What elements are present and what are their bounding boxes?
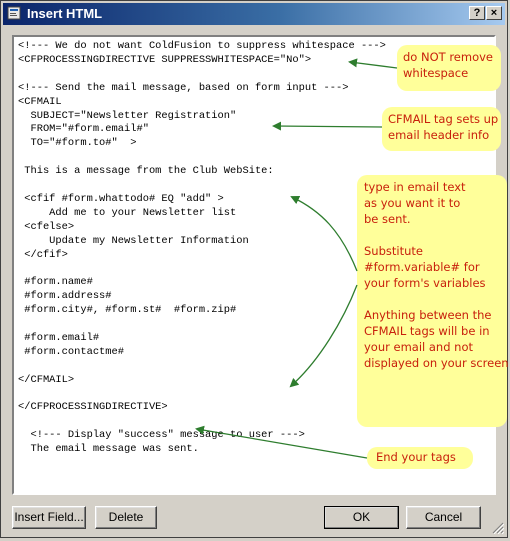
code-line[interactable]: Update my Newsletter Information bbox=[18, 235, 386, 249]
cancel-button[interactable]: Cancel bbox=[406, 506, 481, 529]
code-line[interactable]: Add me to your Newsletter list bbox=[18, 207, 386, 221]
code-line[interactable]: <!--- Display "success" message to user … bbox=[18, 429, 386, 443]
window-title: Insert HTML bbox=[27, 6, 103, 21]
ok-button[interactable]: OK bbox=[324, 506, 399, 529]
note-line: displayed on your screen bbox=[364, 356, 509, 370]
note-whitespace: do NOT remove whitespace bbox=[397, 45, 501, 91]
code-line[interactable] bbox=[18, 179, 386, 193]
note-line: End your tags bbox=[376, 450, 456, 464]
code-line[interactable]: <CFMAIL bbox=[18, 96, 386, 110]
code-line[interactable]: #form.city#, #form.st# #form.zip# bbox=[18, 304, 386, 318]
note-line: your email and not bbox=[364, 340, 474, 354]
note-line: whitespace bbox=[403, 66, 469, 80]
code-line[interactable]: #form.email# bbox=[18, 332, 386, 346]
app-icon bbox=[7, 6, 21, 20]
note-line: type in email text bbox=[364, 180, 466, 194]
code-line[interactable] bbox=[18, 68, 386, 82]
note-email-text: type in email text as you want it to be … bbox=[357, 175, 509, 427]
note-gap bbox=[364, 227, 501, 243]
code-line[interactable] bbox=[18, 151, 386, 165]
note-line: email header info bbox=[388, 128, 490, 142]
code-line[interactable]: <cfelse> bbox=[18, 221, 386, 235]
code-line[interactable]: <cfif #form.whattodo# EQ "add" > bbox=[18, 193, 386, 207]
code-line[interactable]: FROM="#form.email#" bbox=[18, 123, 386, 137]
note-line: Substitute bbox=[364, 244, 423, 258]
note-gap bbox=[364, 291, 501, 307]
note-line: CFMAIL tag sets up bbox=[388, 112, 499, 126]
code-line[interactable] bbox=[18, 388, 386, 402]
note-end-tags: End your tags bbox=[367, 447, 473, 469]
note-line: Anything between the bbox=[364, 308, 492, 322]
code-line[interactable]: <CFPROCESSINGDIRECTIVE SUPPRESSWHITESPAC… bbox=[18, 54, 386, 68]
note-line: CFMAIL tags will be in bbox=[364, 324, 490, 338]
insert-field-button[interactable]: Insert Field... bbox=[12, 506, 86, 529]
note-line: as you want it to bbox=[364, 196, 461, 210]
code-line[interactable] bbox=[18, 360, 386, 374]
delete-button[interactable]: Delete bbox=[95, 506, 157, 529]
close-button[interactable]: × bbox=[486, 6, 502, 20]
code-line[interactable]: <!--- Send the mail message, based on fo… bbox=[18, 82, 386, 96]
resize-grip-icon[interactable] bbox=[492, 522, 504, 534]
code-line[interactable]: #form.address# bbox=[18, 290, 386, 304]
help-button[interactable]: ? bbox=[469, 6, 485, 20]
note-line: be sent. bbox=[364, 212, 411, 226]
code-line[interactable]: This is a message from the Club WebSite: bbox=[18, 165, 386, 179]
code-line[interactable] bbox=[18, 262, 386, 276]
note-line: your form's variables bbox=[364, 276, 486, 290]
code-line[interactable]: #form.contactme# bbox=[18, 346, 386, 360]
code-line[interactable]: </cfif> bbox=[18, 249, 386, 263]
code-line[interactable]: #form.name# bbox=[18, 276, 386, 290]
code-line[interactable]: The email message was sent. bbox=[18, 443, 386, 457]
note-line: #form.variable# for bbox=[364, 260, 480, 274]
note-line: do NOT remove bbox=[403, 50, 493, 64]
code-line[interactable]: SUBJECT="Newsletter Registration" bbox=[18, 110, 386, 124]
code-line[interactable] bbox=[18, 415, 386, 429]
code-line[interactable]: TO="#form.to#" > bbox=[18, 137, 386, 151]
note-cfmail: CFMAIL tag sets up email header info bbox=[382, 107, 501, 151]
insert-html-dialog: Insert HTML ? × <!--- We do not want Col… bbox=[0, 0, 509, 538]
code-line[interactable]: </CFPROCESSINGDIRECTIVE> bbox=[18, 401, 386, 415]
code-line[interactable]: <!--- We do not want ColdFusion to suppr… bbox=[18, 40, 386, 54]
code-line[interactable]: </CFMAIL> bbox=[18, 374, 386, 388]
code-text[interactable]: <!--- We do not want ColdFusion to suppr… bbox=[18, 40, 386, 457]
title-bar[interactable]: Insert HTML ? × bbox=[3, 3, 505, 25]
code-line[interactable] bbox=[18, 318, 386, 332]
